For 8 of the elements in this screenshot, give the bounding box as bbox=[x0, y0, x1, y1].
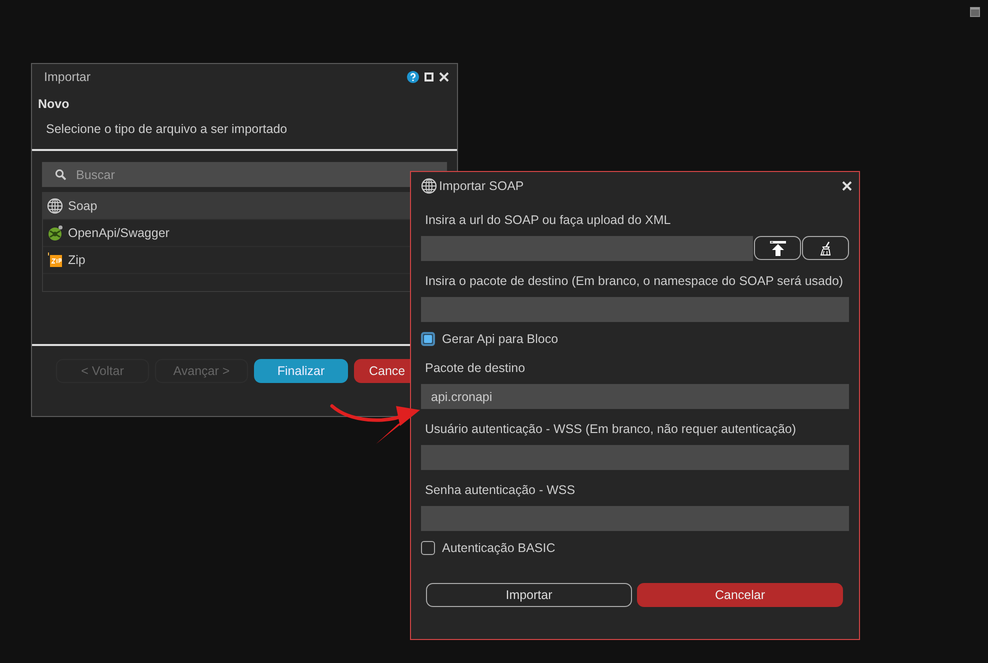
dialog-subtitle: Selecione o tipo de arquivo a ser importado bbox=[32, 111, 457, 151]
checkbox-label: Autenticação BASIC bbox=[442, 541, 556, 555]
dialog-heading: Novo bbox=[37, 96, 70, 111]
checkbox-label: Gerar Api para Bloco bbox=[442, 332, 558, 346]
field-label: Insira o pacote de destino (Em branco, o namespace do SOAP será usado) bbox=[424, 273, 844, 290]
window-title: Importar bbox=[44, 70, 92, 84]
field-label: Usuário autenticação - WSS (Em branco, não requer autenticação) bbox=[424, 421, 798, 438]
field-label: Senha autenticação - WSS bbox=[424, 482, 576, 499]
